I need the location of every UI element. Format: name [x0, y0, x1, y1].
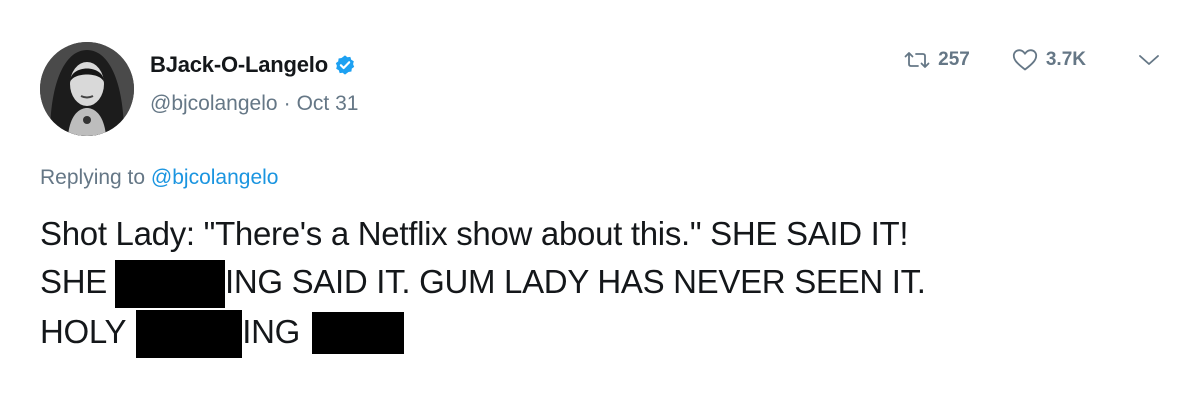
redaction-box	[312, 312, 404, 354]
tweet-date[interactable]: Oct 31	[297, 92, 359, 115]
replying-to-label: Replying to	[40, 166, 146, 189]
like-button[interactable]: 3.7K	[1012, 48, 1086, 72]
tweet-card: BJack-O-Langelo @bjcolangelo · Oct 31 257	[0, 0, 1200, 405]
tweet-line-2: SHE ING SAID IT. GUM LADY HAS NEVER SEEN …	[40, 258, 1170, 308]
user-handle[interactable]: @bjcolangelo	[150, 92, 278, 115]
tweet-actions: 257 3.7K	[904, 48, 1160, 72]
like-count: 3.7K	[1045, 49, 1086, 70]
verified-badge-icon	[334, 54, 356, 76]
tweet-line-2-start: SHE	[40, 263, 107, 300]
replying-to-handle-link[interactable]: @bjcolangelo	[151, 166, 279, 189]
tweet-text: Shot Lady: "There's a Netflix show about…	[40, 210, 1170, 358]
retweet-count: 257	[938, 49, 970, 70]
chevron-down-icon	[1138, 53, 1160, 67]
handle-row: @bjcolangelo · Oct 31	[150, 92, 358, 116]
more-menu-button[interactable]	[1138, 53, 1160, 67]
tweet-line-3-mid: ING	[242, 313, 300, 350]
avatar-image	[40, 42, 134, 136]
avatar[interactable]	[40, 42, 134, 136]
tweet-line-2-end: ING SAID IT. GUM LADY HAS NEVER SEEN IT.	[224, 263, 926, 300]
retweet-button[interactable]: 257	[904, 49, 970, 71]
tweet-line-3: HOLY ING	[40, 308, 1170, 358]
replying-to: Replying to @bjcolangelo	[40, 166, 278, 190]
redaction-box	[114, 260, 225, 308]
tweet-line-3-start: HOLY	[40, 313, 127, 350]
separator-dot: ·	[283, 92, 291, 115]
redaction-box	[136, 310, 243, 358]
heart-icon	[1012, 48, 1038, 72]
retweet-icon	[904, 50, 930, 70]
tweet-line-1: Shot Lady: "There's a Netflix show about…	[40, 215, 909, 252]
display-name[interactable]: BJack-O-Langelo	[150, 52, 328, 78]
user-name-row[interactable]: BJack-O-Langelo	[150, 52, 356, 78]
